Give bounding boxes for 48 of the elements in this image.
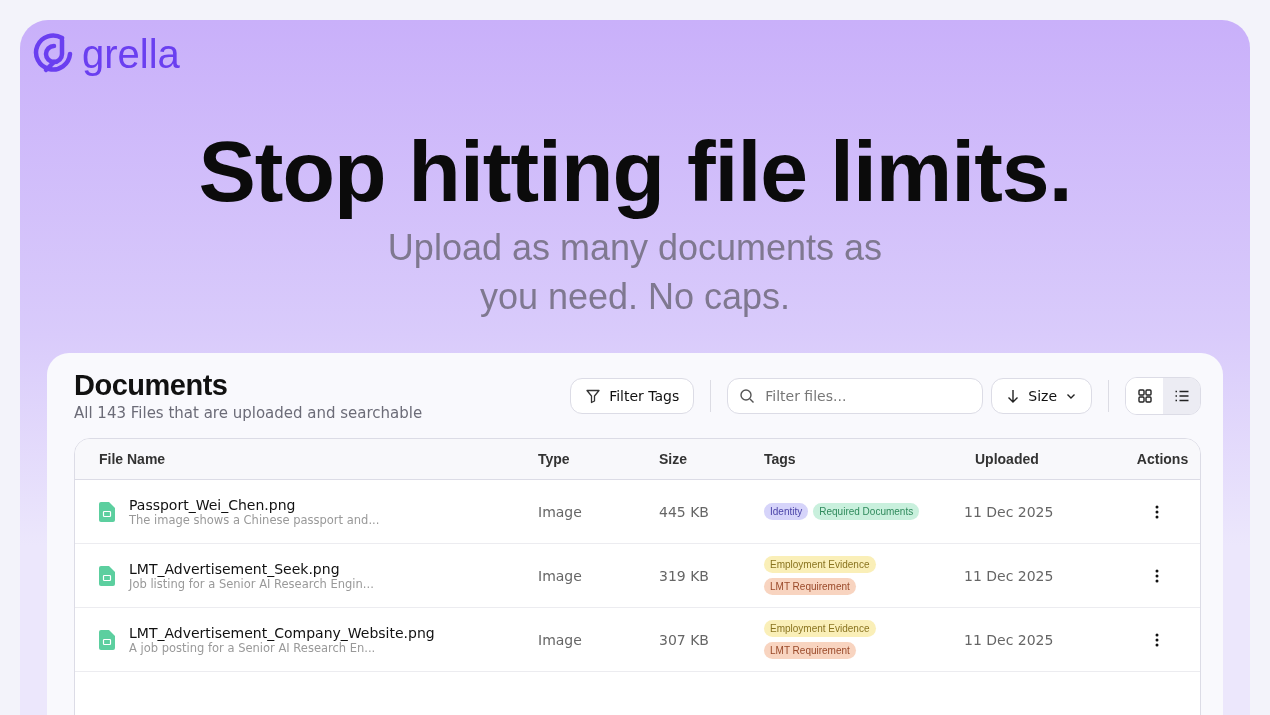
more-icon (1155, 632, 1159, 647)
table-cell-text: 11 Dec 2025 (964, 567, 1055, 584)
image-file-icon (99, 565, 115, 586)
tag: Employment Evidence (764, 620, 876, 638)
tag: LMT Requirement (764, 642, 856, 660)
list-icon (1174, 388, 1189, 403)
grid-icon (1137, 388, 1152, 403)
more-icon (1155, 568, 1159, 583)
file-description: The image shows a Chinese passport and... (129, 512, 380, 527)
search-icon (739, 387, 756, 404)
column-header: Tags (764, 451, 797, 468)
file-name[interactable]: LMT_Advertisement_Company_Website.png (129, 624, 435, 641)
column-header: Type (538, 451, 571, 468)
hero-title: Stop hitting file limits. (198, 122, 1072, 221)
table-cell-text: Image (538, 567, 583, 584)
tag: Required Documents (813, 503, 920, 521)
table-cell-text: Image (538, 503, 583, 520)
table-cell-text: 319 KB (659, 567, 710, 584)
documents-title: Documents (74, 369, 229, 403)
tag: LMT Requirement (764, 578, 856, 596)
search-field[interactable]: Filter files... (727, 377, 984, 414)
tag: Identity (764, 503, 809, 521)
filter-tags-button[interactable]: Filter Tags (570, 377, 695, 414)
filter-icon (585, 387, 602, 404)
table-cell-text: 11 Dec 2025 (964, 631, 1055, 648)
documents-subtitle: All 143 Files that are uploaded and searchable (74, 404, 423, 423)
table-cell-text: 445 KB (659, 503, 710, 520)
column-header: Size (659, 451, 688, 468)
grid-view-button[interactable] (1126, 377, 1163, 414)
arrow-down-icon (1006, 388, 1021, 403)
file-name[interactable]: Passport_Wei_Chen.png (129, 496, 380, 513)
file-name[interactable]: LMT_Advertisement_Seek.png (129, 560, 374, 577)
column-header: Actions (1135, 451, 1190, 468)
file-description: A job posting for a Senior AI Research En... (129, 640, 376, 655)
file-description: Job listing for a Senior AI Research Engin... (129, 576, 374, 591)
table-cell-text: 11 Dec 2025 (964, 503, 1055, 520)
tag: Employment Evidence (764, 556, 876, 574)
hero-subtitle: Upload as many documents as you need. No caps. (386, 226, 884, 320)
image-file-icon (99, 629, 115, 650)
image-file-icon (99, 501, 115, 522)
column-header: Uploaded (975, 451, 1040, 468)
column-header: File Name (98, 451, 167, 468)
table-cell-text: 307 KB (659, 631, 710, 648)
list-view-button[interactable] (1163, 377, 1200, 414)
table-cell-text: Image (538, 631, 583, 648)
brand-name: grella (82, 34, 180, 74)
sort-button[interactable]: Size (991, 377, 1092, 414)
more-icon (1155, 504, 1159, 519)
